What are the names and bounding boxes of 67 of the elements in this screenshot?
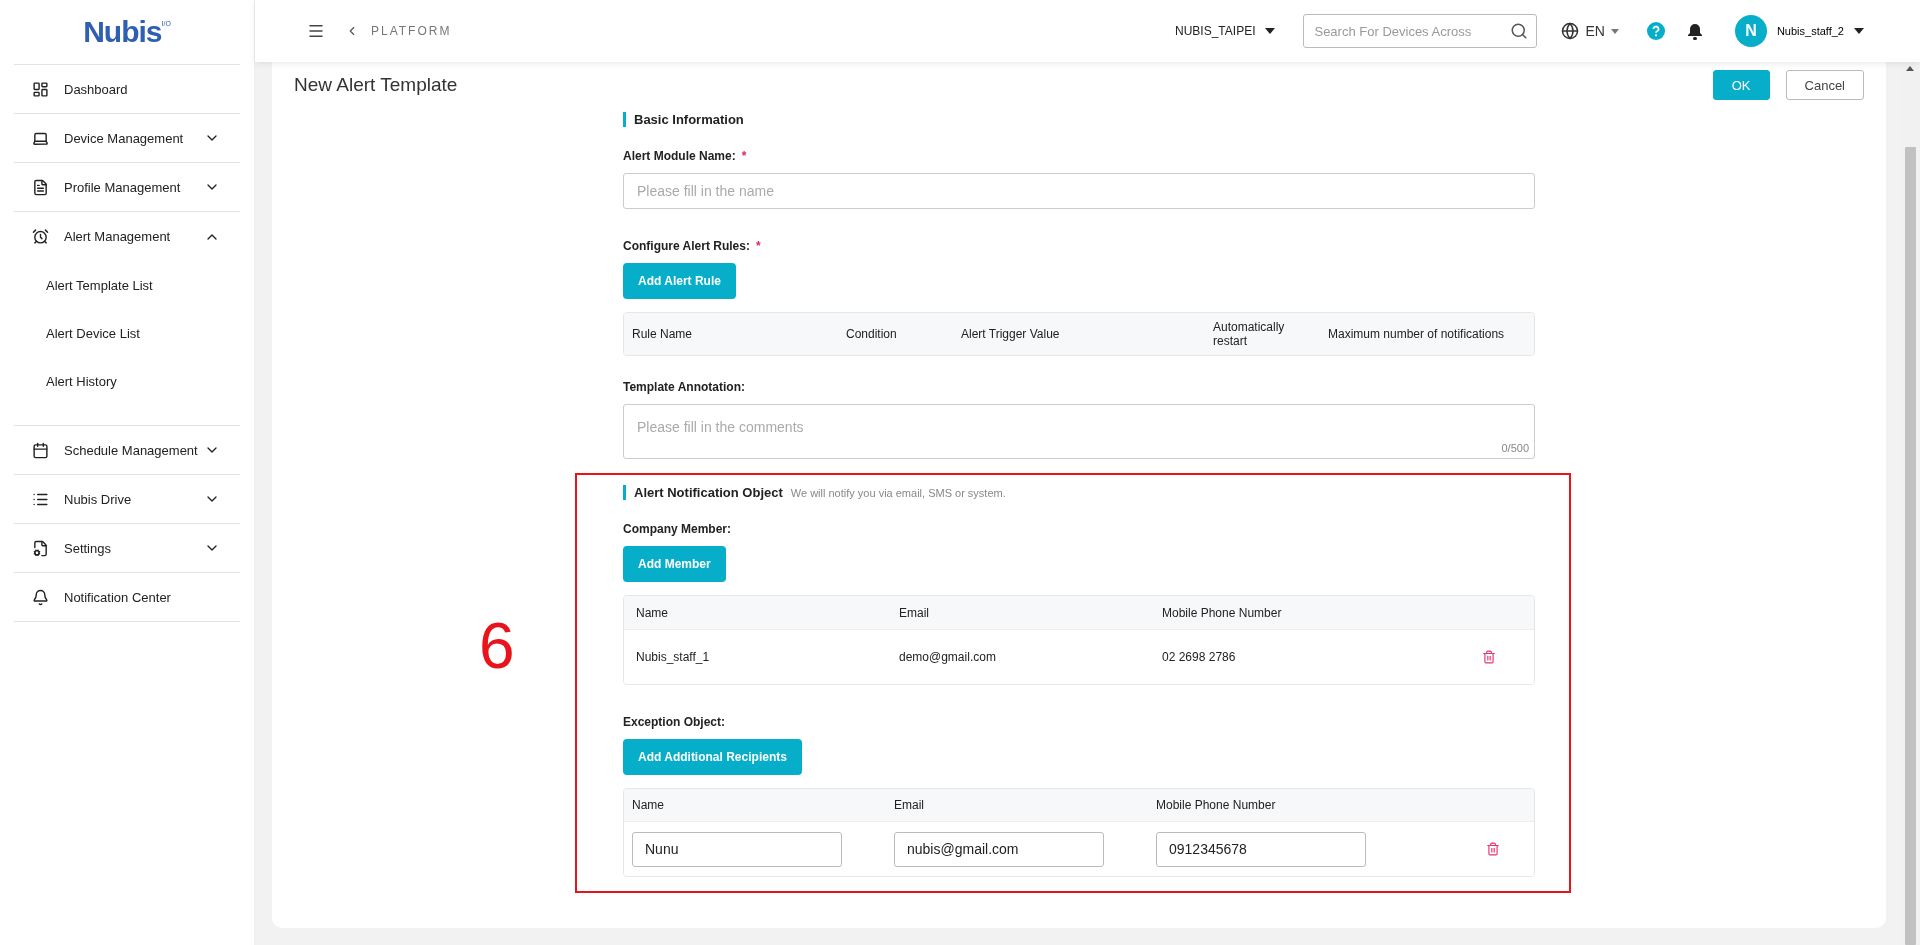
- column-header: Email: [894, 798, 925, 812]
- email-input[interactable]: nubis@gmail.com: [894, 831, 1104, 867]
- column-header: Condition: [846, 327, 898, 341]
- column-header: Automatically restart: [1213, 320, 1286, 348]
- globe-icon: [1561, 22, 1580, 40]
- sidebar-subitem[interactable]: Alert History: [14, 357, 240, 405]
- field-label: Template Annotation:: [623, 380, 745, 394]
- user-avatar: N: [1734, 15, 1767, 47]
- calendar-icon: [32, 441, 49, 459]
- column-header: Mobile Phone Number: [1162, 605, 1283, 620]
- breadcrumb[interactable]: PLATFORM: [371, 24, 452, 38]
- table-cell-text: demo@gmail.com: [899, 650, 997, 664]
- table-cell-text: Nubis_staff_1: [636, 650, 711, 664]
- caret-icon: [1854, 28, 1864, 34]
- delete-icon[interactable]: [1482, 650, 1496, 664]
- search-field[interactable]: Search For Devices Across: [1303, 14, 1538, 48]
- column-header: Email: [899, 605, 930, 620]
- column-header: Alert Trigger Value: [961, 327, 1061, 341]
- bell-icon: [32, 588, 49, 606]
- field-label: Alert Module Name:: [623, 149, 736, 163]
- annotation-number: 6: [479, 609, 515, 683]
- required-mark: *: [741, 149, 747, 163]
- help-icon[interactable]: [1646, 22, 1665, 40]
- sidebar-item[interactable]: Nubis Drive: [14, 475, 240, 524]
- page-title: New Alert Template: [294, 74, 459, 96]
- character-counter: 0/500: [1501, 442, 1529, 454]
- user-menu[interactable]: N Nubis_staff_2: [1728, 14, 1870, 48]
- sidebar-item[interactable]: Alert Management: [14, 212, 240, 261]
- sidebar-item[interactable]: Notification Center: [14, 573, 240, 622]
- column-header: Rule Name: [632, 327, 694, 341]
- column-header: Mobile Phone Number: [1156, 798, 1277, 812]
- bell-icon[interactable]: [1686, 22, 1703, 40]
- caret-icon: [1265, 28, 1276, 34]
- name-input[interactable]: Please fill in the name: [623, 173, 1535, 209]
- menu-icon[interactable]: [307, 22, 325, 40]
- sidebar-item[interactable]: Profile Management: [14, 163, 240, 212]
- file-gear-icon: [32, 539, 49, 557]
- document-icon: [32, 178, 49, 196]
- language-selector[interactable]: EN: [1555, 21, 1625, 41]
- sidebar-item[interactable]: Settings: [14, 524, 240, 573]
- sidebar-item[interactable]: Device Management: [14, 114, 240, 163]
- name-input[interactable]: Nunu: [632, 831, 842, 867]
- section-title: Basic Information: [634, 112, 744, 127]
- caret-icon: [1610, 28, 1619, 34]
- section-hint: We will notify you via email, SMS or system.: [790, 486, 1006, 499]
- section-marker: [623, 485, 626, 500]
- sidebar-item[interactable]: Dashboard: [14, 65, 240, 114]
- delete-icon[interactable]: [1486, 842, 1500, 856]
- required-mark: *: [755, 239, 761, 253]
- site-selector[interactable]: NUBIS_TAIPEI: [1169, 23, 1282, 39]
- field-label: Configure Alert Rules:: [623, 239, 750, 253]
- phone-input[interactable]: 0912345678: [1156, 831, 1366, 867]
- column-header: Maximum number of notifications: [1328, 327, 1506, 341]
- sidebar-subitem[interactable]: Alert Device List: [14, 309, 240, 357]
- table-cell-text: 02 2698 2786: [1162, 650, 1237, 664]
- alarm-clock-icon: [32, 228, 49, 245]
- sidebar-subitem[interactable]: Alert Template List: [14, 261, 240, 309]
- search-icon: [1510, 22, 1529, 40]
- column-header: Name: [636, 605, 669, 620]
- sidebar-item[interactable]: Schedule Management: [14, 426, 240, 475]
- dashboard-icon: [32, 80, 49, 98]
- section-title: Alert Notification Object: [634, 485, 783, 500]
- field-label: Exception Object:: [623, 715, 726, 729]
- section-marker: [623, 112, 626, 127]
- column-header: Name: [632, 798, 665, 812]
- field-label: Company Member:: [623, 522, 732, 536]
- cancel-button[interactable]: Cancel: [1785, 70, 1864, 100]
